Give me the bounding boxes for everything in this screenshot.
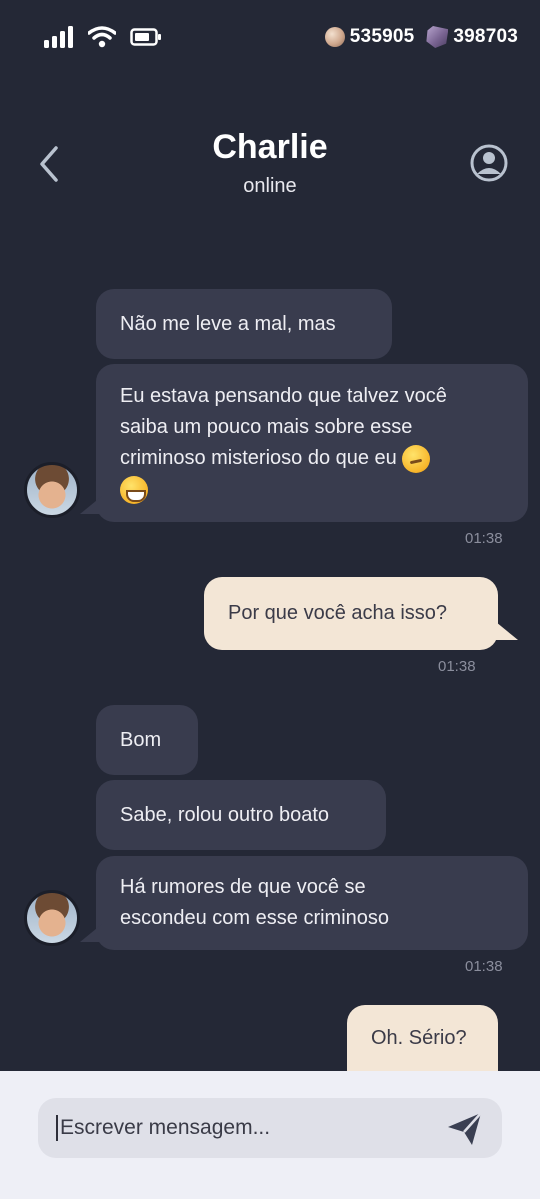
message-bubble-incoming[interactable]: Há rumores de que você se escondeu com e… — [96, 856, 528, 950]
send-icon[interactable] — [446, 1110, 484, 1148]
message-text: Oh. Sério? — [371, 1026, 467, 1049]
gem-balance[interactable]: 398703 — [426, 26, 518, 48]
chat-header: Charlie online — [0, 110, 540, 220]
coin-balance[interactable]: 535905 — [324, 26, 415, 48]
contact-name: Charlie — [212, 128, 328, 166]
message-bubble-outgoing[interactable]: Oh. Sério? — [347, 1005, 498, 1071]
status-icons — [44, 26, 162, 48]
message-text-line: Eu estava pensando que talvez você — [120, 385, 447, 407]
profile-icon[interactable] — [468, 142, 510, 184]
bubble-tail — [80, 924, 102, 942]
message-text-line: criminoso misterioso do que eu — [120, 447, 397, 469]
coin-icon — [324, 27, 345, 47]
composer-bar — [0, 1071, 540, 1199]
message-text: Sabe, rolou outro boato — [120, 803, 330, 826]
message-text: Por que você acha isso? — [228, 602, 448, 624]
message-bubble-incoming[interactable]: Bom — [96, 705, 198, 775]
battery-icon — [130, 28, 161, 46]
wifi-icon — [88, 26, 116, 48]
message-text-line: saiba um pouco mais sobre esse — [120, 416, 413, 438]
message-bubble-incoming[interactable]: Eu estava pensando que talvez você saiba… — [96, 364, 528, 522]
message-text: Não me leve a mal, mas — [120, 312, 336, 335]
gem-count: 398703 — [453, 26, 518, 47]
message-text-line: Há rumores de que você se — [120, 876, 366, 898]
message-time: 01:38 — [465, 958, 503, 975]
message-input-container[interactable] — [38, 1098, 502, 1158]
message-text: Bom — [120, 728, 162, 751]
bubble-tail — [80, 496, 102, 514]
grinning-sweat-icon — [120, 475, 148, 504]
gem-icon — [426, 26, 449, 48]
avatar[interactable] — [24, 462, 80, 518]
coin-count: 535905 — [349, 26, 415, 47]
avatar[interactable] — [24, 890, 80, 946]
contact-status: online — [243, 175, 297, 197]
text-caret — [56, 1115, 58, 1141]
message-input[interactable] — [60, 1098, 440, 1158]
thinking-face-icon — [402, 444, 431, 473]
message-bubble-incoming[interactable]: Não me leve a mal, mas — [96, 289, 392, 359]
bubble-tail — [496, 622, 518, 640]
status-bar: 535905 398703 — [0, 0, 540, 78]
message-bubble-incoming[interactable]: Sabe, rolou outro boato — [96, 780, 386, 850]
message-time: 01:38 — [438, 658, 476, 675]
message-time: 01:38 — [465, 530, 503, 547]
message-text-line: escondeu com esse criminoso — [120, 907, 390, 929]
signal-bars-icon — [44, 26, 73, 48]
currency-panel: 535905 398703 — [324, 26, 518, 48]
message-bubble-outgoing[interactable]: Por que você acha isso? — [204, 577, 498, 650]
